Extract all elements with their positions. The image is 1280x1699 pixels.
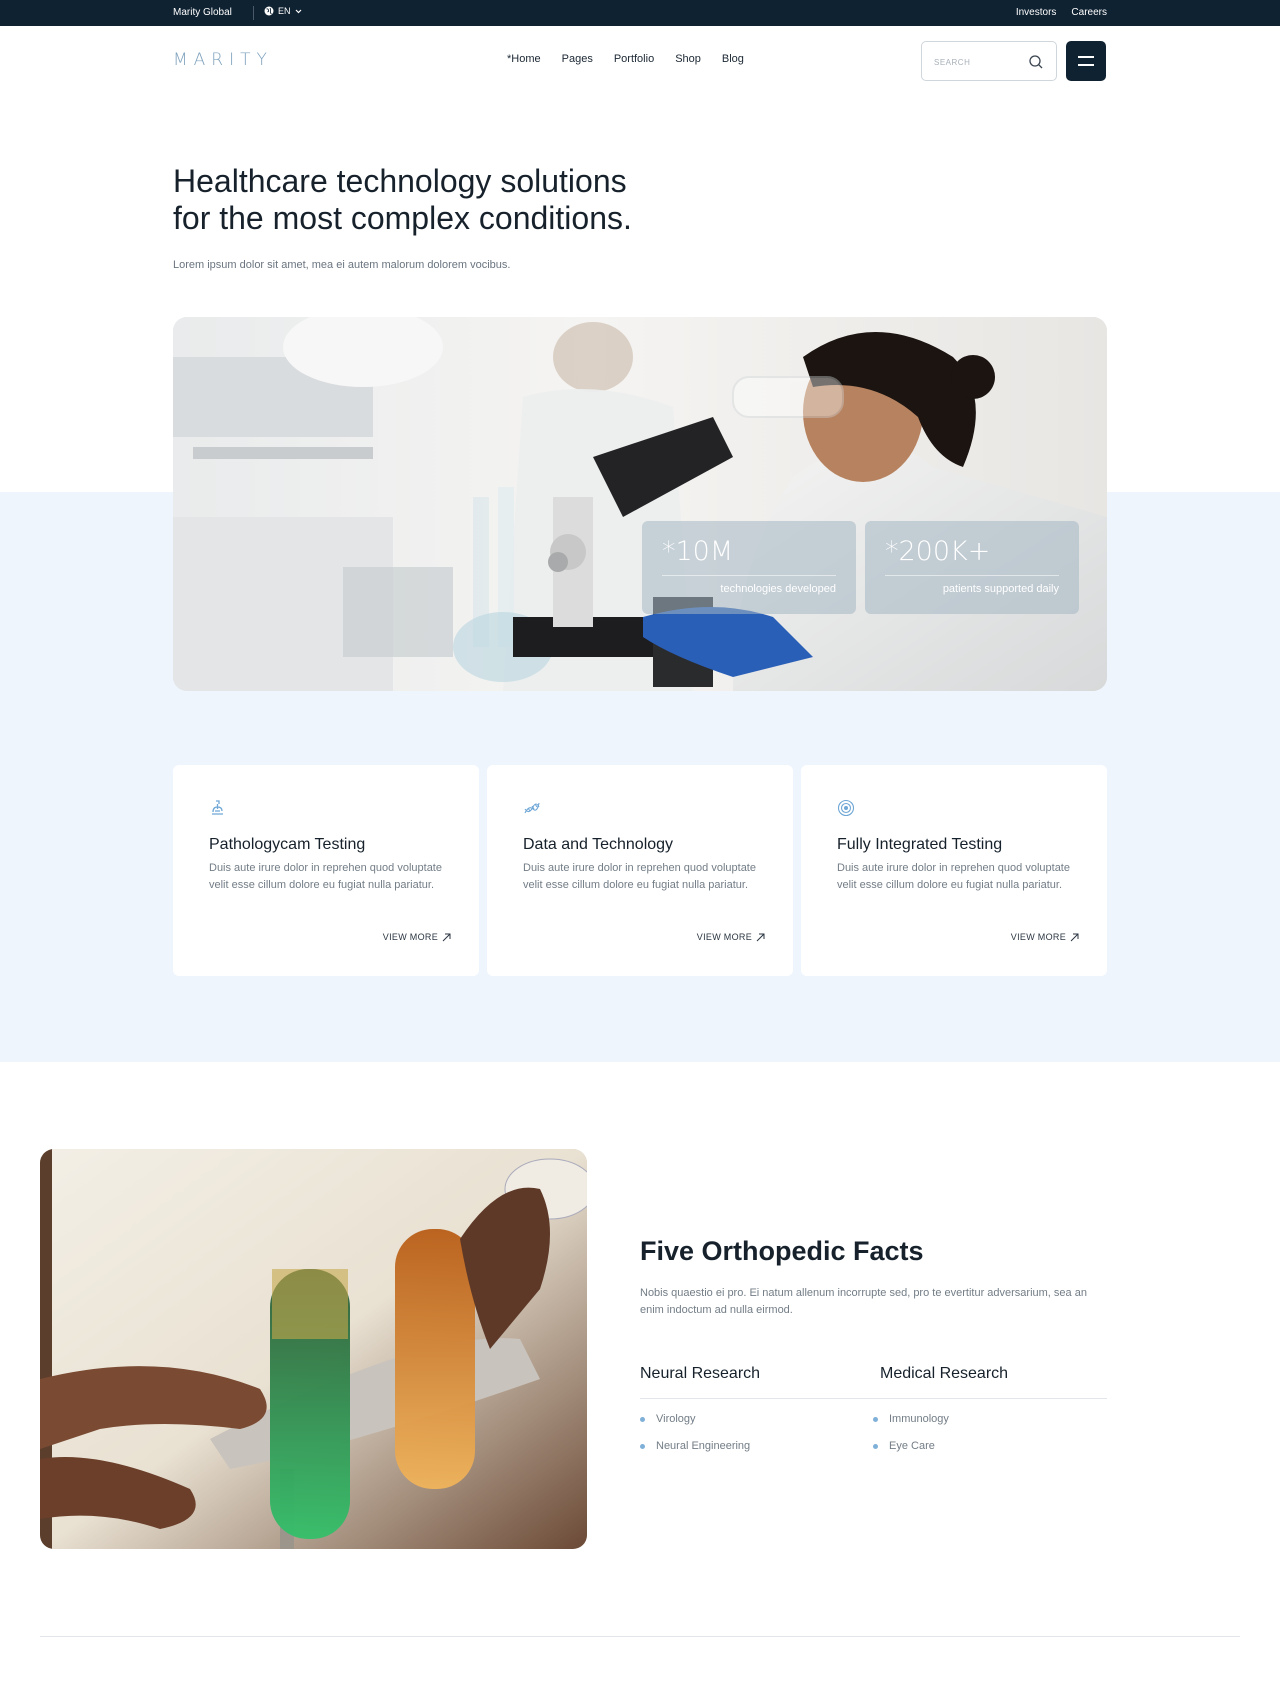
service-card-pathology[interactable]: Pathologycam Testing Duis aute irure dol… [173, 765, 479, 976]
arrow-up-right-icon [756, 933, 765, 941]
column-heading-neural: Neural Research [640, 1365, 761, 1382]
arrow-up-right-icon [1070, 933, 1079, 941]
stat-card-patients: *200K+ patients supported daily [865, 521, 1079, 614]
list-item: Neural Engineering [640, 1440, 750, 1452]
nav-item-pages[interactable]: Pages [562, 53, 593, 65]
search-icon[interactable] [1028, 54, 1044, 70]
stat-label: technologies developed [720, 583, 836, 595]
card-description: Duis aute irure dolor in reprehen quod v… [209, 862, 442, 891]
hero-title: Healthcare technology solutions for the … [173, 163, 773, 237]
stat-label: patients supported daily [942, 583, 1059, 595]
view-more-label: VIEW MORE [1010, 932, 1066, 942]
careers-link[interactable]: Careers [1071, 7, 1107, 18]
column-heading-medical: Medical Research [880, 1365, 1009, 1382]
view-more-label: VIEW MORE [382, 932, 438, 942]
hero-title-line1: Healthcare technology solutions [173, 163, 627, 199]
hero-image-lab-scientist [173, 317, 1107, 691]
dna-icon [524, 802, 540, 814]
microscope-icon [212, 800, 223, 815]
stat-divider [885, 575, 1059, 576]
hero-title-line2: for the most complex conditions. [173, 200, 632, 236]
menu-bar-icon [1078, 64, 1094, 66]
view-more-link[interactable]: VIEW MORE [1011, 932, 1079, 942]
view-more-link[interactable]: VIEW MORE [697, 932, 765, 942]
topbar-brand[interactable]: Marity Global [173, 7, 232, 18]
stat-card-technologies: *10M technologies developed [642, 521, 856, 614]
nav-item-home[interactable]: *Home [507, 53, 541, 65]
stat-value: *10M [662, 536, 734, 567]
globe-icon [264, 6, 274, 16]
card-description: Duis aute irure dolor in reprehen quod v… [523, 862, 756, 891]
view-more-label: VIEW MORE [696, 932, 752, 942]
hero-subtitle: Lorem ipsum dolor sit amet, mea ei autem… [173, 259, 511, 271]
column-divider [640, 1398, 1107, 1399]
list-item: Immunology [873, 1413, 949, 1425]
main-nav: *Home Pages Portfolio Shop Blog [507, 53, 744, 65]
service-card-testing[interactable]: Fully Integrated Testing Duis aute irure… [801, 765, 1107, 976]
test-tubes-image [40, 1149, 587, 1549]
site-logo[interactable]: MARITY [173, 50, 273, 70]
nav-item-blog[interactable]: Blog [722, 53, 744, 65]
language-label: EN [278, 6, 291, 16]
nav-item-shop[interactable]: Shop [675, 53, 701, 65]
service-card-data[interactable]: Data and Technology Duis aute irure dolo… [487, 765, 793, 976]
topbar-divider [253, 6, 254, 20]
list-item: Eye Care [873, 1440, 935, 1452]
investors-link[interactable]: Investors [1016, 7, 1057, 18]
arrow-up-right-icon [442, 933, 451, 941]
language-selector[interactable]: EN [264, 6, 302, 16]
card-description: Duis aute irure dolor in reprehen quod v… [837, 862, 1070, 891]
footer-divider [40, 1636, 1240, 1637]
menu-bar-icon [1078, 56, 1094, 58]
search-input[interactable] [934, 53, 1024, 71]
hamburger-menu-button[interactable] [1066, 41, 1106, 81]
nav-item-portfolio[interactable]: Portfolio [614, 53, 654, 65]
stat-value: *200K+ [885, 536, 991, 567]
target-icon [837, 799, 855, 817]
card-title: Fully Integrated Testing [837, 836, 1003, 853]
topbar-links: Investors Careers [1016, 7, 1107, 18]
card-title: Pathologycam Testing [209, 836, 366, 853]
site-header: MARITY *Home Pages Portfolio Shop Blog [0, 26, 1280, 96]
search-box [921, 41, 1057, 81]
view-more-link[interactable]: VIEW MORE [383, 932, 451, 942]
facts-description: Nobis quaestio ei pro. Ei natum allenum … [640, 1287, 1087, 1316]
stat-divider [662, 575, 836, 576]
card-title: Data and Technology [523, 836, 674, 853]
top-bar: Marity Global EN Investors Careers [0, 0, 1280, 26]
facts-title: Five Orthopedic Facts [640, 1236, 924, 1266]
chevron-down-icon [295, 9, 301, 13]
list-item: Virology [640, 1413, 696, 1425]
